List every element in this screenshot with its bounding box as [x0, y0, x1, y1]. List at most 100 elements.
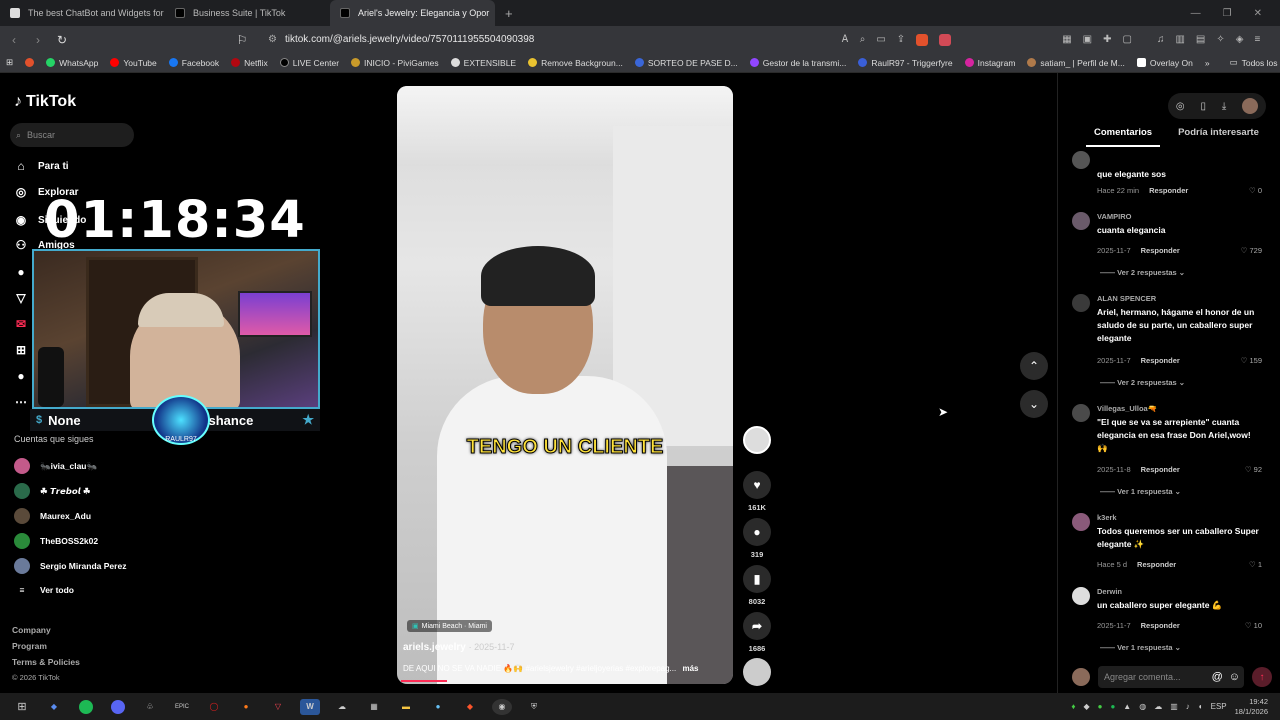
avatar[interactable] [1072, 294, 1090, 312]
search-input[interactable]: ⌕ Buscar [10, 123, 134, 147]
sidebar-icon[interactable]: ▥ [1175, 34, 1184, 45]
nav-item[interactable]: ▽ [14, 291, 28, 305]
followed-account[interactable]: Sergio Miranda Perez [14, 558, 126, 574]
wallet-icon[interactable]: ▤ [1196, 34, 1205, 45]
bookmark-item[interactable]: Netflix [225, 58, 274, 68]
see-all-link[interactable]: ≡ Ver todo [14, 585, 75, 595]
tab-suggested[interactable]: Podría interesarte [1170, 125, 1267, 147]
followed-account[interactable]: TheBOSS2k02 [14, 533, 98, 549]
emoji-icon[interactable]: ☺ [1229, 671, 1240, 683]
app-icon[interactable]: ☁ [332, 699, 352, 715]
translate-icon[interactable]: Ꭺ [842, 34, 849, 45]
tiktok-logo[interactable]: ♪ TikTok [14, 93, 76, 111]
footer-link[interactable]: Terms & Policies [12, 657, 80, 667]
zoom-icon[interactable]: ⌕ [860, 34, 866, 45]
bookmark-item[interactable]: Overlay On [1131, 58, 1199, 68]
more-bookmarks-icon[interactable]: » [1199, 58, 1216, 68]
bookmark-item[interactable]: INICIO - PiviGames [345, 58, 445, 68]
comment-username[interactable]: Derwin [1097, 587, 1122, 596]
bookmark-item[interactable]: LIVE Center [274, 58, 345, 68]
bookmark-item[interactable]: Facebook [163, 58, 225, 68]
bookmark-item[interactable]: Gestor de la transmi... [744, 58, 853, 68]
bookmark-item[interactable]: WhatsApp [40, 58, 104, 68]
view-replies-button[interactable]: —— Ver 2 respuestas ⌄ [1100, 378, 1185, 387]
comment-username[interactable]: Villegas_Ulloa🔫 [1097, 404, 1157, 413]
view-replies-button[interactable]: —— Ver 1 respuesta ⌄ [1100, 643, 1181, 652]
calculator-icon[interactable]: ▦ [364, 699, 384, 715]
tray-icon[interactable]: ♦ [1071, 702, 1075, 711]
volume-icon[interactable]: ◖ [1198, 702, 1203, 711]
epic-games-icon[interactable]: EPIC [172, 699, 192, 715]
bookmark-item[interactable]: satiam_ | Perfil de M... [1021, 58, 1130, 68]
more-link[interactable]: más [682, 664, 698, 673]
reload-icon[interactable]: ↻ [52, 33, 72, 47]
tray-icon[interactable]: ● [1098, 702, 1103, 711]
tray-icon[interactable]: ▥ [1170, 702, 1178, 711]
browser-tab-active[interactable]: Ariel's Jewelry: Elegancia y Opor✕ [330, 0, 495, 26]
apps-icon[interactable]: ⊞ [0, 57, 19, 68]
footer-link[interactable]: Program [12, 641, 47, 651]
rewards-icon[interactable] [939, 33, 952, 46]
video-progress-bar[interactable] [401, 680, 447, 682]
share-icon[interactable]: ⇪ [897, 34, 905, 45]
minimize-icon[interactable]: — [1191, 8, 1201, 19]
cast-icon[interactable]: ▭ [876, 34, 885, 45]
comment-likes[interactable]: ♡ 729 [1241, 246, 1262, 255]
file-explorer-icon[interactable]: ▬ [396, 699, 416, 715]
reply-button[interactable]: Responder [1141, 621, 1180, 630]
bookmark-item[interactable]: EXTENSIBLE [445, 58, 522, 68]
comment-likes[interactable]: ♡ 92 [1245, 465, 1262, 474]
new-tab-icon[interactable]: + [495, 6, 523, 21]
author-avatar-button[interactable] [742, 426, 772, 458]
comment-likes[interactable]: ♡ 0 [1249, 186, 1262, 195]
followed-account[interactable]: ☘ 𝙏𝙧𝙚𝙗𝙤𝙡 ☘ [14, 483, 91, 499]
nav-upload[interactable]: ⊞ [14, 343, 28, 357]
reply-button[interactable]: Responder [1141, 465, 1180, 474]
reply-button[interactable]: Responder [1137, 560, 1176, 569]
media-icon[interactable]: ♫ [1157, 34, 1165, 45]
sound-disc-button[interactable] [742, 658, 772, 690]
view-replies-button[interactable]: —— Ver 1 respuesta ⌄ [1100, 487, 1181, 496]
footer-link[interactable]: Company [12, 625, 51, 635]
previous-video-button[interactable]: ⌃ [1020, 352, 1048, 380]
comment-username[interactable]: k3erk [1097, 513, 1117, 522]
followed-account[interactable]: Maurex_Adu [14, 508, 91, 524]
comment-likes[interactable]: ♡ 159 [1241, 356, 1262, 365]
bookmark-item[interactable] [19, 58, 40, 67]
reply-button[interactable]: Responder [1149, 186, 1188, 195]
bookmark-item[interactable]: Remove Backgroun... [522, 58, 629, 68]
tray-icon[interactable]: ☁ [1154, 702, 1162, 711]
forward-icon[interactable]: › [28, 33, 48, 47]
microphone-icon[interactable]: ♪ [1186, 702, 1190, 711]
steam-link-icon[interactable]: ♧ [140, 699, 160, 715]
bookmark-item[interactable]: Instagram [959, 58, 1022, 68]
avatar[interactable] [1072, 404, 1090, 422]
app-icon[interactable]: ◆ [44, 699, 64, 715]
comment-button[interactable]: ● 319 [742, 518, 772, 559]
phone-icon[interactable]: ▯ [1200, 101, 1206, 112]
bookmark-item[interactable]: YouTube [104, 58, 162, 68]
tray-icon[interactable]: ▲ [1123, 702, 1131, 711]
maximize-icon[interactable]: ❐ [1223, 8, 1232, 19]
steam-icon[interactable]: ● [428, 699, 448, 715]
site-info-icon[interactable]: ⚙ [268, 34, 277, 45]
tray-icon[interactable]: ◍ [1139, 702, 1146, 711]
comment-likes[interactable]: ♡ 10 [1245, 621, 1262, 630]
nav-profile[interactable]: ● [14, 369, 28, 383]
comment-input[interactable]: Agregar comenta... @ ☺ [1098, 666, 1244, 688]
browser-tab[interactable]: Business Suite | TikTok [165, 0, 330, 26]
nav-for-you[interactable]: ⌂ Para ti [14, 159, 68, 173]
next-video-button[interactable]: ⌄ [1020, 390, 1048, 418]
spotify-icon[interactable] [76, 699, 96, 715]
word-icon[interactable]: W [300, 698, 320, 715]
bookmark-item[interactable]: SORTEO DE PASE D... [629, 58, 744, 68]
nav-item[interactable]: ● [14, 265, 28, 279]
reply-button[interactable]: Responder [1141, 356, 1180, 365]
comment-username[interactable]: VAMPIRO [1097, 212, 1131, 221]
video-player[interactable]: TENGO UN CLIENTE ▣ Miami Beach · Miami ar… [397, 86, 733, 684]
url-field[interactable]: ⚙ tiktok.com/@ariels.jewelry/video/75701… [268, 30, 828, 50]
back-icon[interactable]: ‹ [4, 33, 24, 47]
like-button[interactable]: ♥ 161K [742, 471, 772, 512]
profile-avatar-icon[interactable] [1242, 98, 1259, 114]
avatar[interactable] [1072, 151, 1090, 169]
